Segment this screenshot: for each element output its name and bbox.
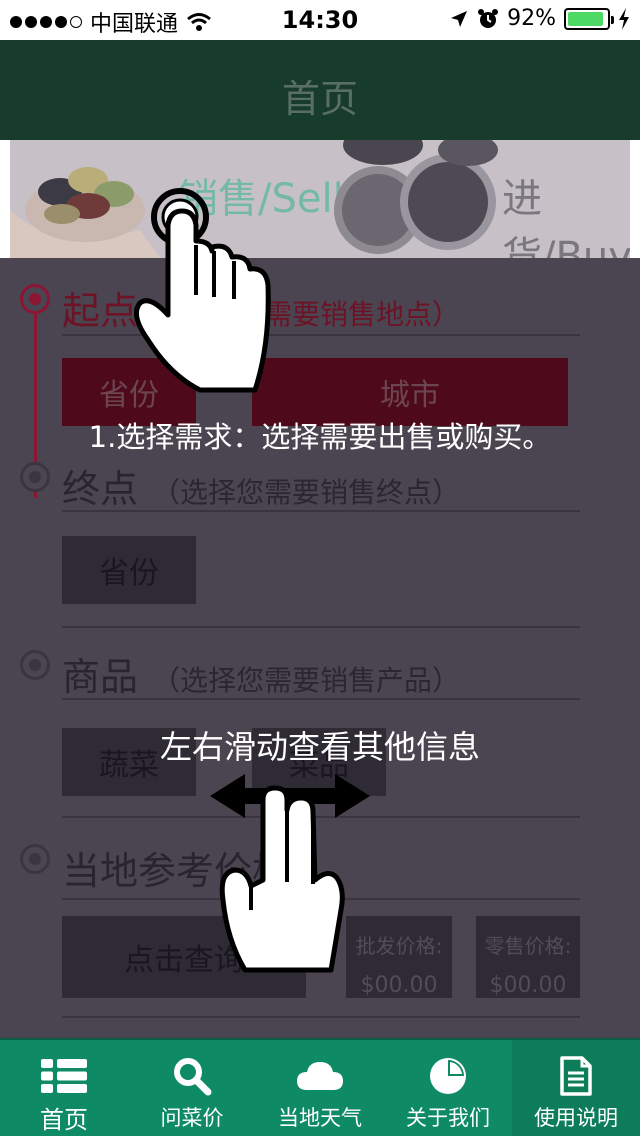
end-province-button[interactable]: 省份 <box>62 536 196 604</box>
divider <box>62 1016 580 1018</box>
retail-value: $00.00 <box>489 973 567 998</box>
retail-price-box: 零售价格: $00.00 <box>476 916 580 998</box>
start-title: 起点 <box>62 289 139 333</box>
tab-label: 关于我们 <box>406 1106 490 1130</box>
charging-bolt-icon <box>619 7 629 30</box>
swipe-hand-icon <box>210 774 370 973</box>
battery-icon <box>564 7 614 30</box>
price-marker <box>20 844 50 874</box>
page-title: 首页 <box>281 77 358 121</box>
tab-home[interactable]: 首页 <box>0 1040 128 1136</box>
document-icon <box>552 1054 600 1098</box>
end-title: 终点 <box>62 467 139 511</box>
tab-about-us[interactable]: 关于我们 <box>384 1040 512 1136</box>
product-marker <box>20 650 50 680</box>
tab-label: 问菜价 <box>160 1106 224 1130</box>
divider <box>62 510 580 512</box>
start-marker <box>20 284 50 314</box>
location-arrow-icon <box>451 10 468 27</box>
list-icon <box>40 1054 88 1098</box>
status-bar: 中国联通 14:30 92% <box>0 0 640 40</box>
end-row-title: 终点 （选择您需要销售终点） <box>62 458 460 513</box>
tab-vegetable-price[interactable]: 问菜价 <box>128 1040 256 1136</box>
buy-label[interactable]: 进货/Buy <box>502 166 630 258</box>
nav-bar: 首页 <box>0 40 640 140</box>
end-hint: （选择您需要销售终点） <box>152 476 461 509</box>
tap-hand-icon <box>133 188 271 393</box>
alarm-clock-icon <box>478 8 499 28</box>
battery-percent: 92% <box>507 6 556 31</box>
tab-label: 首页 <box>40 1106 88 1134</box>
retail-label: 零售价格: <box>484 934 572 958</box>
end-marker <box>20 462 50 492</box>
product-title: 商品 <box>62 655 139 699</box>
pie-chart-icon <box>424 1054 472 1098</box>
divider <box>62 698 580 700</box>
tab-instructions[interactable]: 使用说明 <box>512 1040 640 1136</box>
status-right: 92% <box>449 6 630 31</box>
sell-buy-banner[interactable]: 销售/Sell 进货/Buy <box>10 140 630 258</box>
tab-label: 当地天气 <box>278 1106 362 1130</box>
battery-fill <box>568 11 603 26</box>
tab-label: 使用说明 <box>534 1106 618 1130</box>
tutorial-tip-choose: 1.选择需求：选择需要出售或购买。 <box>88 420 552 454</box>
grain-bowls-image <box>334 140 498 254</box>
search-icon <box>168 1054 216 1098</box>
product-hint: （选择您需要销售产品） <box>152 664 461 697</box>
divider <box>62 626 580 628</box>
bottom-tab-bar: 首页 问菜价 当地天气 关于我们 使用说明 <box>0 1038 640 1136</box>
cloud-icon <box>296 1054 344 1098</box>
tab-local-weather[interactable]: 当地天气 <box>256 1040 384 1136</box>
product-row-title: 商品 （选择您需要销售产品） <box>62 646 460 701</box>
